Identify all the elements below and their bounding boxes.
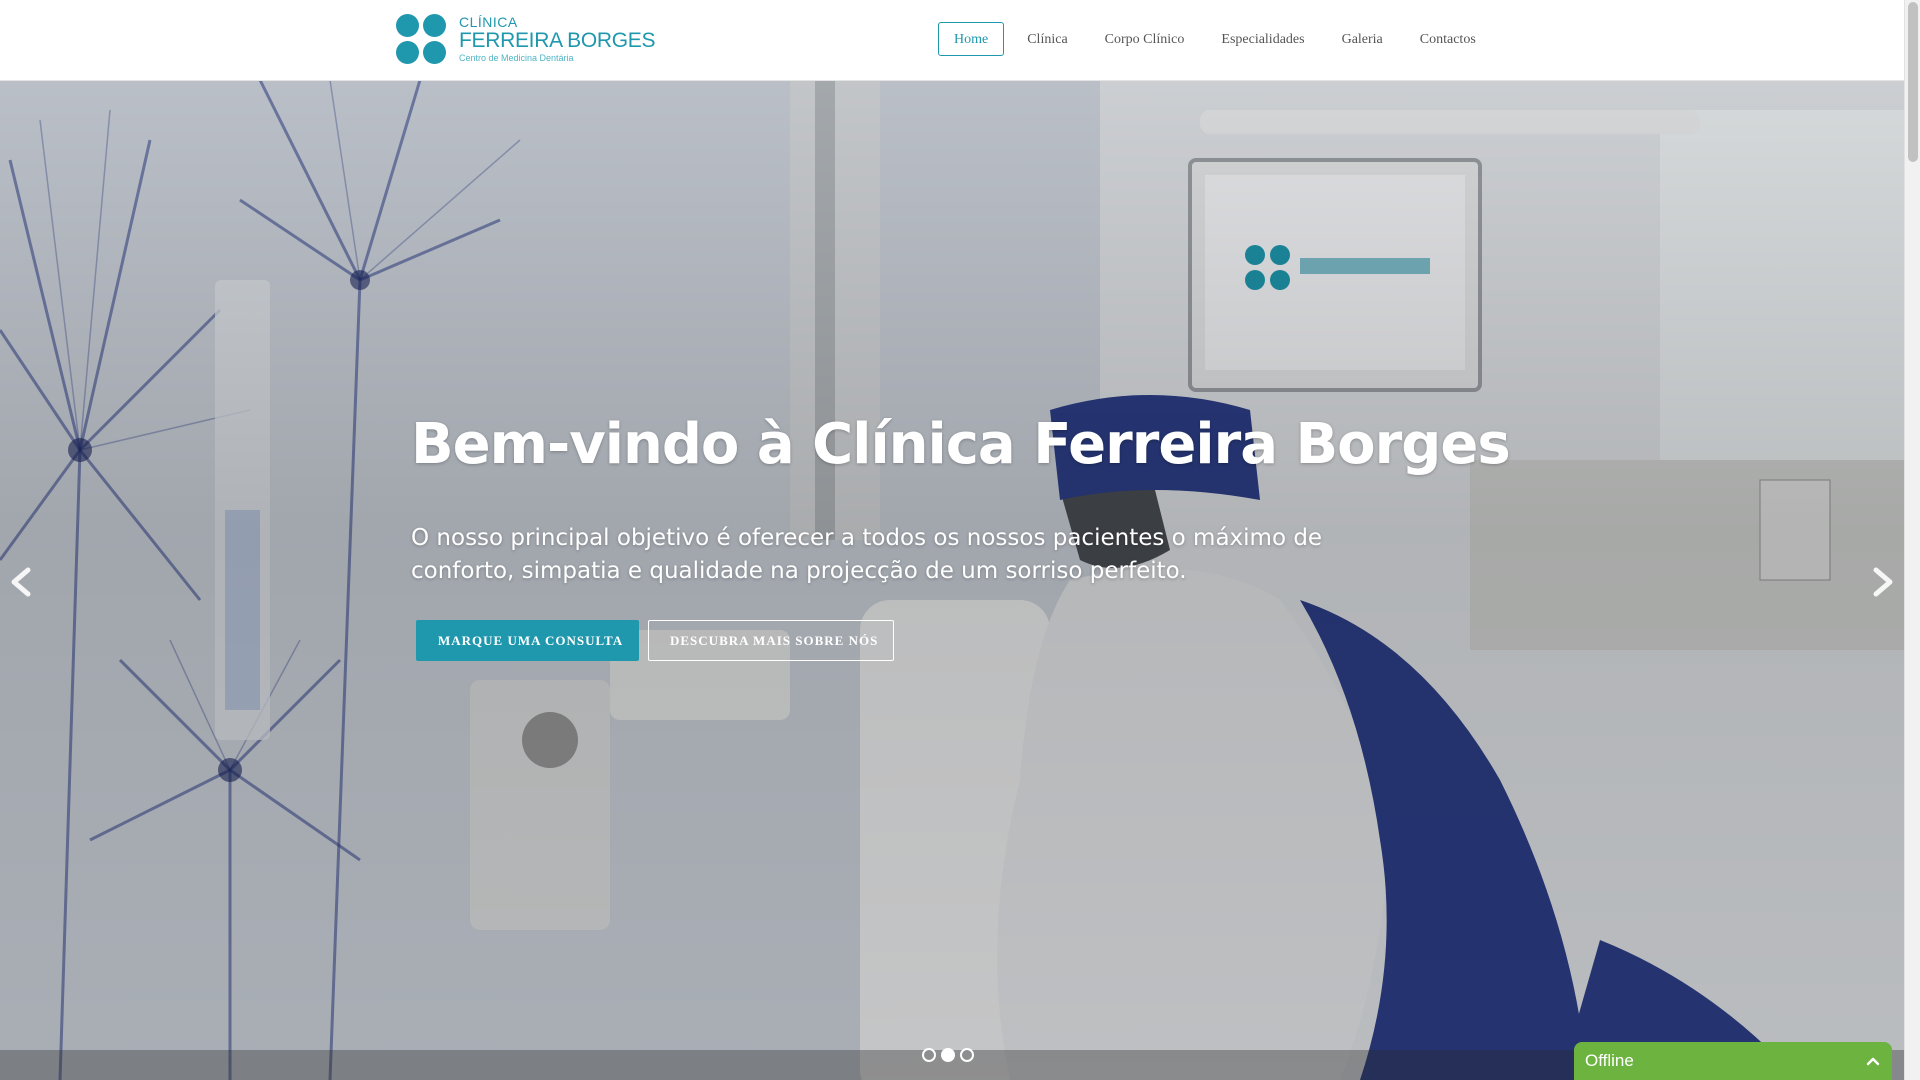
chat-status: Offline: [1585, 1051, 1634, 1070]
scrollbar-thumb[interactable]: [1908, 2, 1918, 162]
learn-more-button[interactable]: DESCUBRA MAIS SOBRE NÓS: [648, 620, 894, 661]
page-scrollbar[interactable]: [1904, 0, 1920, 1080]
nav-item-clinica[interactable]: Clínica: [1013, 22, 1081, 56]
carousel-dot-3[interactable]: [960, 1048, 974, 1062]
nav-item-corpo-clinico[interactable]: Corpo Clínico: [1091, 22, 1199, 56]
chevron-left-icon[interactable]: [2, 552, 42, 612]
carousel-dot-2[interactable]: [941, 1048, 955, 1062]
chat-widget[interactable]: Offline: [1574, 1042, 1892, 1080]
carousel-indicators: [922, 1048, 974, 1062]
hero-carousel: Bem-vindo à Clínica Ferreira Borges O no…: [0, 80, 1904, 1080]
nav-item-home[interactable]: Home: [938, 22, 1005, 56]
main-nav: Home Clínica Corpo Clínico Especialidade…: [938, 22, 1499, 56]
nav-item-galeria[interactable]: Galeria: [1328, 22, 1397, 56]
nav-item-contactos[interactable]: Contactos: [1406, 22, 1490, 56]
nav-item-especialidades[interactable]: Especialidades: [1207, 22, 1318, 56]
hero-subtitle: O nosso principal objetivo é oferecer a …: [411, 525, 1323, 584]
logo-text: CLÍNICA FERREIRA BORGES Centro de Medici…: [459, 14, 656, 64]
logo-line1: CLÍNICA: [459, 14, 518, 30]
chevron-right-icon[interactable]: [1862, 552, 1902, 612]
book-appointment-button[interactable]: MARQUE UMA CONSULTA: [416, 620, 639, 661]
hero-title: Bem-vindo à Clínica Ferreira Borges: [411, 412, 1511, 477]
carousel-dot-1[interactable]: [922, 1048, 936, 1062]
page: CLÍNICA FERREIRA BORGES Centro de Medici…: [0, 0, 1920, 1080]
chevron-up-icon[interactable]: [1864, 1052, 1882, 1070]
site-header: CLÍNICA FERREIRA BORGES Centro de Medici…: [0, 0, 1904, 81]
logo-tagline: Centro de Medicina Dentária: [459, 53, 574, 63]
logo-mark-icon: [396, 14, 448, 66]
logo[interactable]: CLÍNICA FERREIRA BORGES Centro de Medici…: [396, 14, 656, 66]
logo-line2: FERREIRA BORGES: [459, 29, 656, 52]
